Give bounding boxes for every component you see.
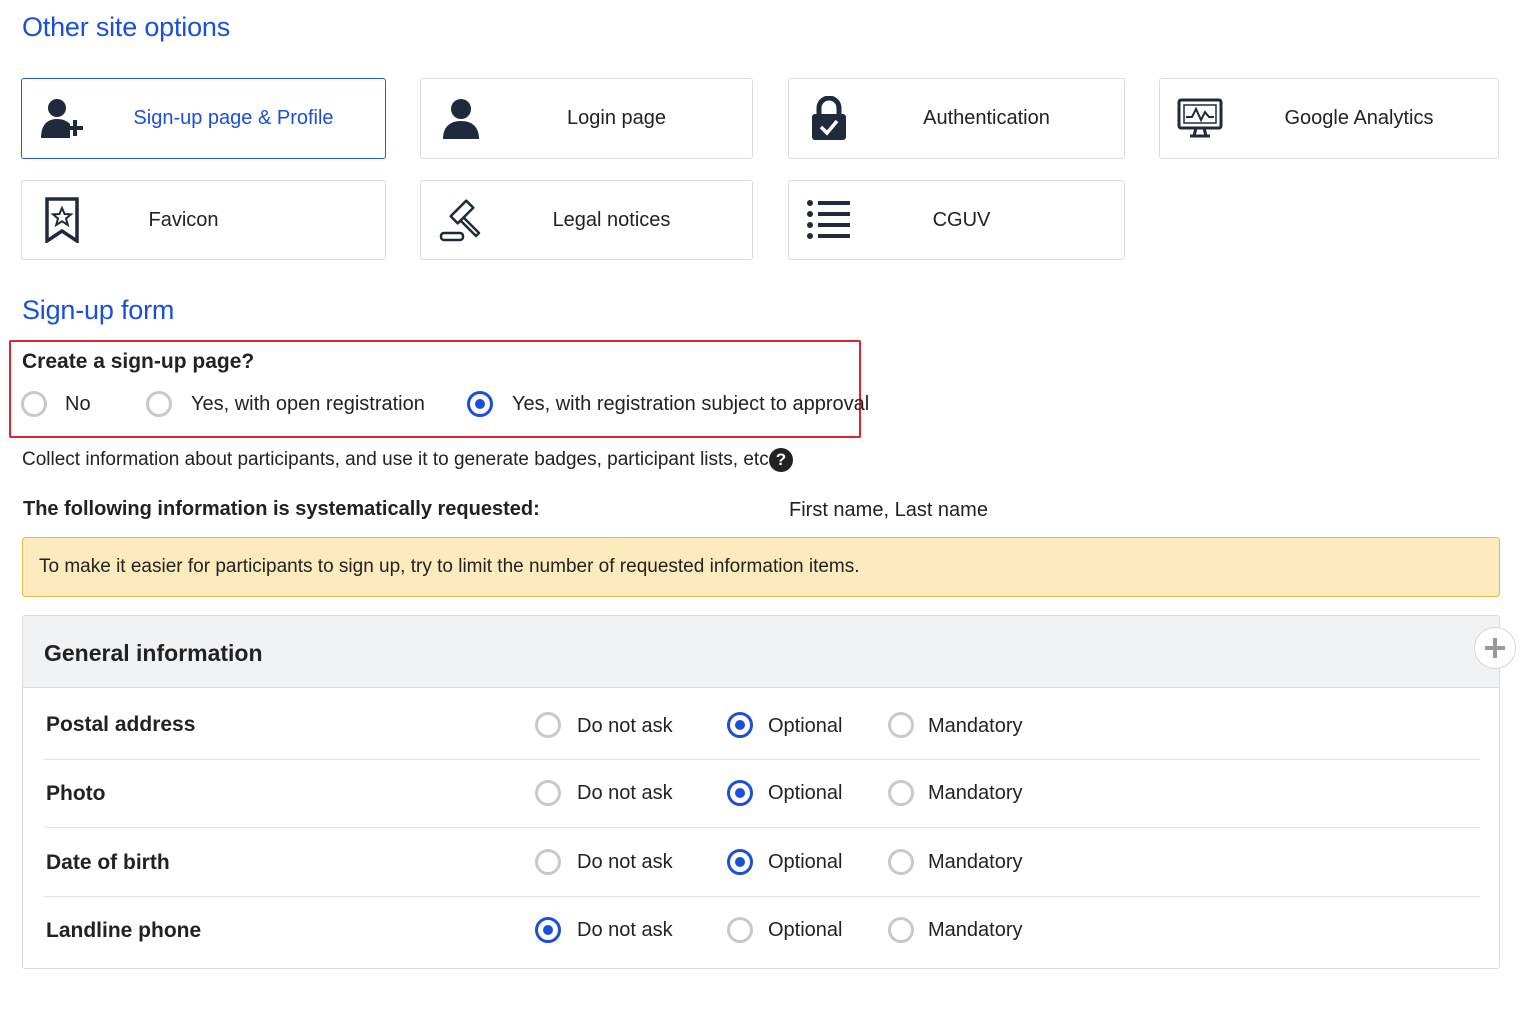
card-label: Google Analytics bbox=[1284, 107, 1434, 129]
radio-postal-mandatory[interactable] bbox=[888, 712, 914, 738]
card-label: Legal notices bbox=[552, 208, 671, 231]
radio-label: Optional bbox=[768, 715, 843, 737]
row-divider bbox=[44, 827, 1480, 828]
row-divider bbox=[44, 759, 1480, 760]
radio-landline-do-not-ask[interactable] bbox=[535, 917, 561, 943]
general-info-panel: General information bbox=[22, 615, 1500, 969]
radio-postal-optional[interactable] bbox=[727, 712, 753, 738]
radio-label: Do not ask bbox=[577, 715, 673, 737]
card-google-analytics[interactable]: Google Analytics bbox=[1159, 78, 1499, 159]
radio-label: Optional bbox=[768, 782, 843, 804]
help-icon[interactable]: ? bbox=[769, 448, 793, 472]
add-field-button[interactable] bbox=[1474, 627, 1516, 669]
radio-label: Mandatory bbox=[928, 782, 1023, 804]
card-label: Sign-up page & Profile bbox=[133, 107, 334, 129]
radio-label: Yes, with open registration bbox=[191, 393, 425, 415]
radio-label: Mandatory bbox=[928, 919, 1023, 941]
radio-label: Mandatory bbox=[928, 851, 1023, 873]
radio-photo-do-not-ask[interactable] bbox=[535, 780, 561, 806]
card-favicon[interactable]: Favicon bbox=[21, 180, 386, 260]
radio-label: Yes, with registration subject to approv… bbox=[512, 393, 870, 415]
radio-landline-mandatory[interactable] bbox=[888, 917, 914, 943]
radio-label: Do not ask bbox=[577, 851, 673, 873]
row-label-postal-address: Postal address bbox=[46, 713, 196, 736]
radio-label: Do not ask bbox=[577, 782, 673, 804]
radio-dob-mandatory[interactable] bbox=[888, 849, 914, 875]
radio-landline-optional[interactable] bbox=[727, 917, 753, 943]
radio-label: No bbox=[65, 393, 91, 415]
systematic-label: The following information is systematica… bbox=[23, 498, 540, 520]
row-label-landline-phone: Landline phone bbox=[46, 919, 202, 942]
row-label-date-of-birth: Date of birth bbox=[46, 851, 170, 874]
panel-title: General information bbox=[44, 640, 263, 666]
radio-label: Optional bbox=[768, 919, 843, 941]
section-title-other-options: Other site options bbox=[22, 12, 231, 42]
card-label: Favicon bbox=[148, 208, 219, 231]
section-title-signup-form: Sign-up form bbox=[22, 295, 175, 325]
collect-info-text: Collect information about participants, … bbox=[22, 449, 774, 470]
radio-photo-mandatory[interactable] bbox=[888, 780, 914, 806]
radio-signup-open[interactable] bbox=[146, 391, 172, 417]
row-divider bbox=[44, 896, 1480, 897]
card-authentication[interactable]: Authentication bbox=[788, 78, 1125, 159]
notice-text: To make it easier for participants to si… bbox=[39, 556, 860, 577]
radio-label: Mandatory bbox=[928, 715, 1023, 737]
card-cguv[interactable]: CGUV bbox=[788, 180, 1125, 260]
row-label-photo: Photo bbox=[46, 782, 106, 805]
lock-check-icon bbox=[805, 95, 853, 143]
radio-dob-do-not-ask[interactable] bbox=[535, 849, 561, 875]
radio-signup-approval[interactable] bbox=[467, 391, 493, 417]
radio-label: Do not ask bbox=[577, 919, 673, 941]
monitor-chart-icon bbox=[1176, 95, 1224, 143]
panel-header: General information bbox=[23, 616, 1499, 688]
card-label: Login page bbox=[567, 107, 666, 129]
user-plus-icon bbox=[38, 95, 86, 143]
radio-postal-do-not-ask[interactable] bbox=[535, 712, 561, 738]
systematic-value: First name, Last name bbox=[789, 499, 988, 521]
card-label: Authentication bbox=[923, 107, 1050, 129]
card-label: CGUV bbox=[932, 208, 991, 231]
radio-dob-optional[interactable] bbox=[727, 849, 753, 875]
radio-label: Optional bbox=[768, 851, 843, 873]
radio-photo-optional[interactable] bbox=[727, 780, 753, 806]
user-icon bbox=[437, 95, 485, 143]
card-signup-profile[interactable]: Sign-up page & Profile bbox=[21, 78, 386, 159]
radio-signup-no[interactable] bbox=[21, 391, 47, 417]
notice-banner: To make it easier for participants to si… bbox=[22, 537, 1500, 597]
card-legal-notices[interactable]: Legal notices bbox=[420, 180, 753, 260]
signup-question-title: Create a sign-up page? bbox=[22, 350, 255, 373]
card-login-page[interactable]: Login page bbox=[420, 78, 753, 159]
